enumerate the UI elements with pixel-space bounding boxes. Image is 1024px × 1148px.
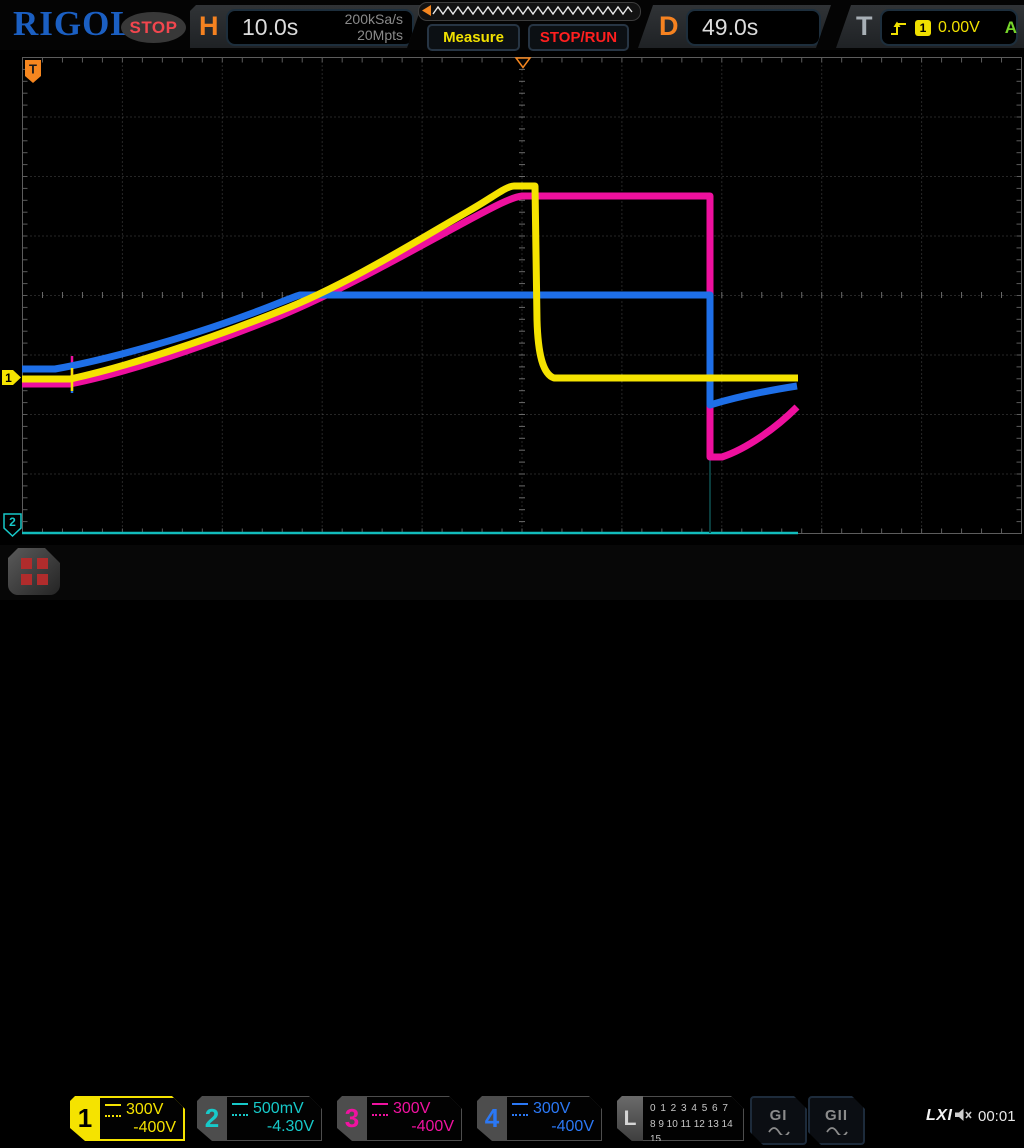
- delay-panel[interactable]: D 49.0s: [638, 5, 831, 48]
- channel4-scale: 300V: [533, 1100, 571, 1117]
- rising-edge-trigger-icon: [891, 21, 906, 35]
- menu-grid-icon: [21, 558, 48, 585]
- rigol-logo: RIGOL: [13, 4, 135, 43]
- channel3-number: 3: [344, 1103, 360, 1133]
- channel1-position-marker[interactable]: 1: [2, 370, 21, 385]
- menu-button[interactable]: [8, 548, 60, 595]
- channel2-position-marker[interactable]: 2: [3, 513, 22, 538]
- trigger-box[interactable]: 1 0.00V: [880, 9, 1018, 46]
- channel1-offset: -400V: [133, 1119, 176, 1136]
- trigger-sweep-mode: A: [1004, 18, 1017, 37]
- speaker-muted-icon[interactable]: [953, 1106, 973, 1124]
- channel1-scale: 300V: [126, 1101, 164, 1118]
- trigger-source-badge: 1: [915, 19, 931, 36]
- channel3-scale: 300V: [393, 1100, 431, 1117]
- trigger-panel[interactable]: T 1 0.00V A: [836, 5, 1024, 48]
- timebase-box[interactable]: 10.0s 200kSa/s 20Mpts: [226, 9, 414, 46]
- position-arrow-icon: [422, 5, 431, 16]
- generator1-button[interactable]: GI: [750, 1096, 807, 1145]
- svg-text:1: 1: [5, 371, 12, 385]
- dc-coupling-icon: [372, 1103, 388, 1116]
- status-bar: RIGOL STOP H 10.0s 200kSa/s 20Mpts Measu…: [0, 0, 1024, 51]
- bottom-bar: 1 300V -400V 2 500mV -4.30V 3 300V -400V…: [0, 545, 1024, 600]
- stop-run-button[interactable]: STOP/RUN: [528, 24, 629, 51]
- channel3-box[interactable]: 3 300V -400V: [337, 1096, 462, 1141]
- trigger-level-value: 0.00V: [938, 18, 980, 36]
- delay-value: 49.0s: [702, 14, 759, 40]
- trigger-label: T: [856, 11, 873, 41]
- dc-coupling-icon: [232, 1103, 248, 1116]
- dc-coupling-icon: [105, 1104, 121, 1117]
- waveform-overview-zigzag: [422, 5, 633, 16]
- timebase-value: 10.0s: [242, 14, 299, 40]
- channel2-box[interactable]: 2 500mV -4.30V: [197, 1096, 322, 1141]
- waveform-position-bar[interactable]: [418, 2, 641, 21]
- channel2-offset: -4.30V: [266, 1118, 314, 1135]
- measure-button[interactable]: Measure: [427, 24, 520, 51]
- trace-ch3-magenta: [22, 192, 800, 461]
- generator1-label: GI: [769, 1106, 788, 1124]
- channel1-box[interactable]: 1 300V -400V: [70, 1096, 185, 1141]
- lxi-logo: LXI: [926, 1107, 953, 1124]
- channel2-number: 2: [204, 1103, 220, 1133]
- trigger-position-marker[interactable]: [514, 57, 532, 69]
- trigger-level-flag[interactable]: T: [25, 60, 41, 83]
- generator2-label: GII: [824, 1106, 848, 1124]
- svg-text:T: T: [29, 62, 37, 77]
- logic-analyzer-box[interactable]: L 0 1 2 3 4 5 6 7 8 9 10 11 12 13 14 15: [617, 1096, 744, 1141]
- delay-box[interactable]: 49.0s: [686, 9, 821, 46]
- delay-label: D: [659, 11, 679, 41]
- sample-rate-memory: 200kSa/s 20Mpts: [344, 10, 403, 43]
- horizontal-panel[interactable]: H 10.0s 200kSa/s 20Mpts: [190, 5, 422, 48]
- channel4-box[interactable]: 4 300V -400V: [477, 1096, 602, 1141]
- logic-label: L: [617, 1096, 643, 1141]
- channel3-offset: -400V: [411, 1118, 454, 1135]
- channel4-offset: -400V: [551, 1118, 594, 1135]
- dc-coupling-icon: [512, 1103, 528, 1116]
- logic-channel-list: 0 1 2 3 4 5 6 7 8 9 10 11 12 13 14 15: [643, 1097, 743, 1140]
- horizontal-label: H: [199, 11, 219, 41]
- svg-text:2: 2: [9, 515, 16, 529]
- waveform-traces: [22, 182, 800, 535]
- sine-wave-icon: [825, 1124, 849, 1135]
- acquisition-status-badge: STOP: [121, 12, 186, 43]
- sine-wave-icon: [767, 1124, 791, 1135]
- trace-ch4-blue: [22, 291, 798, 409]
- channel1-number: 1: [77, 1103, 93, 1133]
- oscilloscope-screen: { "header": { "logo_text": "RIGOL", "acq…: [0, 0, 1024, 600]
- generator2-button[interactable]: GII: [808, 1096, 865, 1145]
- channel2-scale: 500mV: [253, 1100, 304, 1117]
- clock: 00:01: [978, 1108, 1016, 1125]
- channel4-number: 4: [484, 1103, 500, 1133]
- graticule: T 1 2: [2, 57, 1022, 538]
